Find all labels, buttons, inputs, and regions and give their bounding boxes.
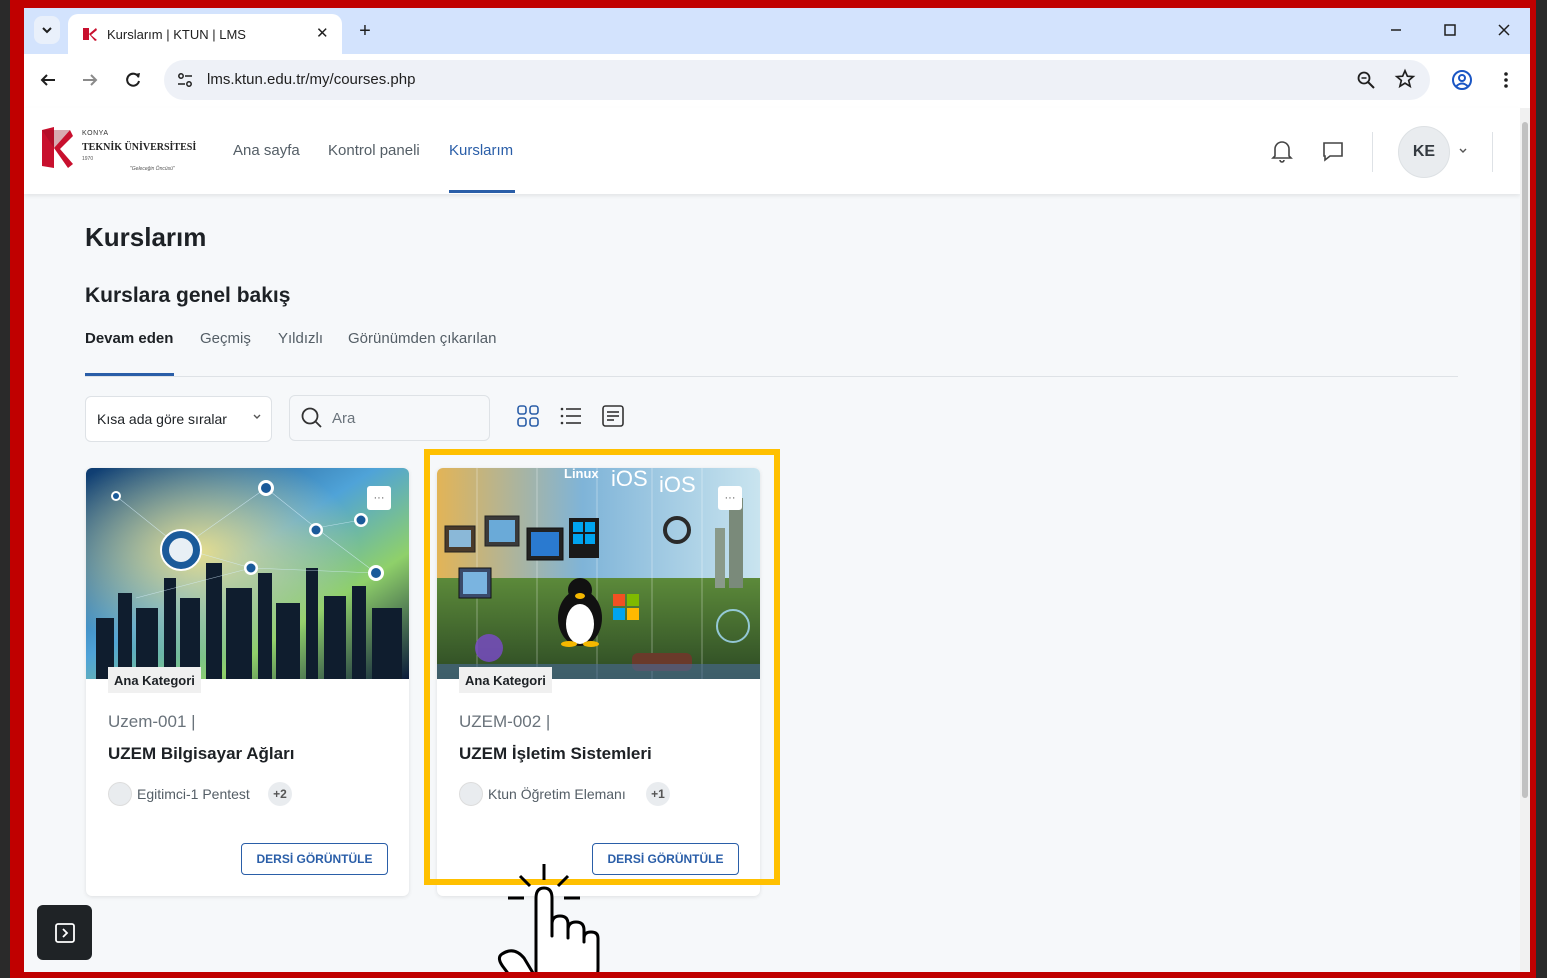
logo-line-1: KONYA	[82, 130, 109, 137]
left-edge	[0, 0, 10, 978]
browser-toolbar: lms.ktun.edu.tr/my/courses.php	[24, 54, 1530, 108]
browser-menu-button[interactable]	[1494, 68, 1518, 92]
right-edge	[1536, 0, 1547, 978]
navbar-divider	[1492, 132, 1493, 172]
forward-button[interactable]	[78, 68, 102, 92]
tab-starred[interactable]: Yıldızlı	[278, 330, 323, 347]
browser-tab[interactable]: Kurslarım | KTUN | LMS ✕	[68, 14, 342, 54]
sort-label: Kısa ada göre sıralar	[97, 411, 227, 427]
category-badge: Ana Kategori	[108, 667, 201, 693]
hand-pointer-icon	[497, 864, 600, 972]
tab-past[interactable]: Geçmiş	[200, 330, 251, 347]
maximize-icon	[1444, 24, 1456, 36]
sort-dropdown[interactable]: Kısa ada göre sıralar	[85, 396, 272, 442]
maximize-button[interactable]	[1438, 18, 1462, 42]
kebab-menu-icon	[1504, 72, 1508, 88]
highlight-annotation	[424, 449, 780, 885]
profile-button[interactable]	[1450, 68, 1474, 92]
address-bar[interactable]: lms.ktun.edu.tr/my/courses.php	[164, 60, 1430, 100]
nav-link-home[interactable]: Ana sayfa	[233, 142, 300, 159]
teacher-avatar	[108, 782, 132, 806]
summary-view-icon[interactable]	[601, 404, 625, 428]
new-tab-button[interactable]: +	[352, 18, 378, 44]
tabs-divider	[85, 376, 1458, 377]
user-avatar[interactable]: KE	[1398, 126, 1450, 178]
ktun-favicon-icon	[83, 28, 97, 41]
browser-window: Kurslarım | KTUN | LMS ✕ + lms.ktun.edu.…	[24, 8, 1530, 972]
ktun-logo-icon	[42, 127, 73, 168]
view-course-button[interactable]: DERSİ GÖRÜNTÜLE	[241, 843, 388, 875]
arrow-right-icon	[83, 74, 98, 86]
chevron-down-icon	[253, 414, 261, 419]
search-input[interactable]	[332, 396, 482, 440]
logo-line-3: 1970	[82, 156, 94, 162]
notification-bell-icon[interactable]	[1270, 138, 1294, 164]
minimize-button[interactable]	[1384, 18, 1408, 42]
logo-motto: "Geleceğin Öncüsü"	[130, 166, 175, 172]
close-icon	[1498, 24, 1510, 36]
tab-in-progress[interactable]: Devam eden	[85, 330, 173, 347]
arrow-left-icon	[40, 74, 55, 86]
course-options-button[interactable]: ···	[367, 486, 391, 510]
close-window-button[interactable]	[1492, 18, 1516, 42]
bookmark-star-icon[interactable]	[1394, 68, 1416, 90]
reload-icon	[126, 72, 140, 87]
page-content: KONYA TEKNİK ÜNİVERSİTESİ 1970 "Geleceği…	[24, 108, 1530, 972]
navbar-divider	[1372, 132, 1373, 172]
reload-button[interactable]	[121, 68, 145, 92]
zoom-icon[interactable]	[1356, 70, 1376, 90]
site-navbar: KONYA TEKNİK ÜNİVERSİTESİ 1970 "Geleceği…	[24, 108, 1520, 194]
active-nav-indicator	[449, 190, 515, 193]
site-settings-icon	[178, 73, 192, 87]
tab-title: Kurslarım | KTUN | LMS	[107, 27, 246, 42]
block-title: Kurslara genel bakış	[85, 284, 291, 307]
nav-link-my-courses[interactable]: Kurslarım	[449, 142, 513, 159]
extra-teachers-badge[interactable]: +2	[268, 782, 292, 806]
course-image-network-city[interactable]	[86, 468, 409, 679]
chevron-down-icon[interactable]	[1457, 144, 1469, 156]
chevron-down-icon	[42, 27, 52, 34]
course-short-name: Uzem-001 |	[108, 712, 196, 731]
url-text: lms.ktun.edu.tr/my/courses.php	[207, 71, 416, 88]
logo-line-2: TEKNİK ÜNİVERSİTESİ	[82, 142, 197, 153]
teacher-name: Egitimci-1 Pentest	[137, 786, 250, 802]
drawer-toggle-button[interactable]	[37, 905, 92, 960]
search-icon	[301, 407, 322, 428]
nav-link-dashboard[interactable]: Kontrol paneli	[328, 142, 420, 159]
list-view-icon[interactable]	[559, 404, 583, 428]
back-button[interactable]	[36, 68, 60, 92]
profile-icon	[1452, 70, 1472, 90]
course-full-name[interactable]: UZEM Bilgisayar Ağları	[108, 744, 294, 764]
tab-bar: Kurslarım | KTUN | LMS ✕ +	[24, 8, 1530, 54]
scrollbar-thumb[interactable]	[1522, 122, 1528, 798]
page-title: Kurslarım	[85, 222, 207, 252]
close-tab-icon[interactable]: ✕	[316, 24, 329, 42]
course-card[interactable]: ··· Ana Kategori Uzem-001 | UZEM Bilgisa…	[86, 468, 409, 896]
minimize-icon	[1391, 29, 1401, 31]
grid-view-icon[interactable]	[516, 404, 540, 428]
course-search[interactable]	[289, 395, 490, 441]
university-logo[interactable]: KONYA TEKNİK ÜNİVERSİTESİ 1970 "Geleceği…	[40, 126, 200, 176]
drawer-open-icon	[54, 922, 75, 943]
tab-hidden[interactable]: Görünümden çıkarılan	[348, 330, 496, 347]
tab-search-button[interactable]	[34, 16, 60, 44]
message-bubble-icon[interactable]	[1321, 139, 1345, 163]
